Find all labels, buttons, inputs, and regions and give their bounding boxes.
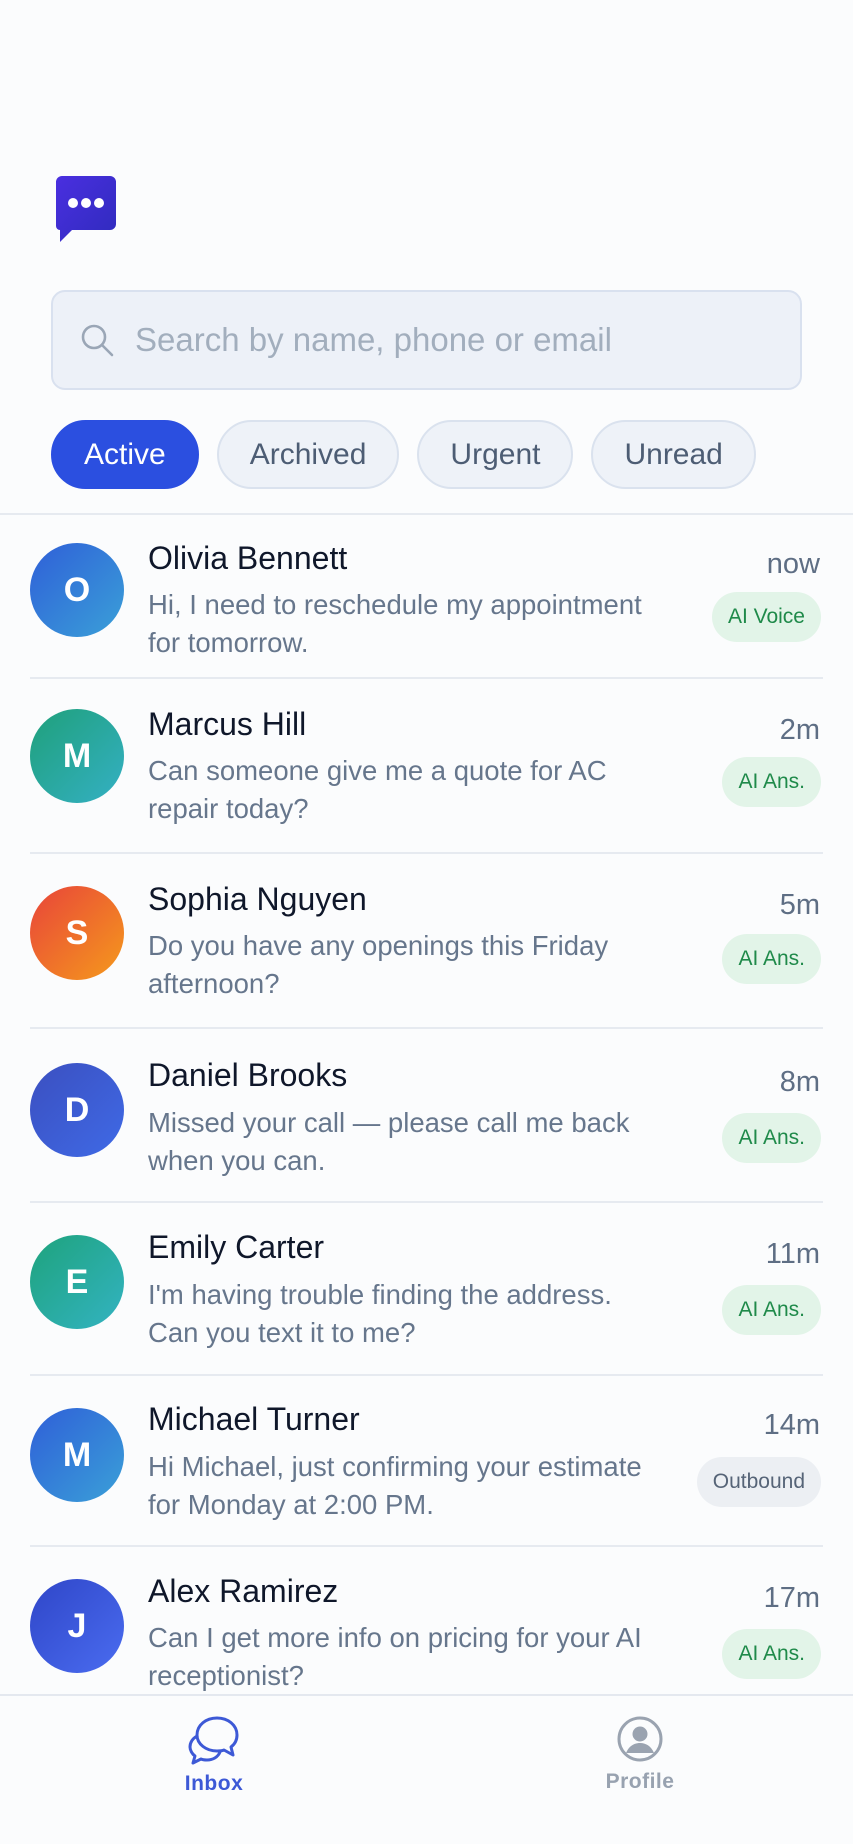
contact-name: Michael Turner [148, 1401, 360, 1437]
conversation-row[interactable]: E Emily Carter I'm having trouble findin… [30, 1203, 823, 1376]
contact-name: Olivia Bennett [148, 540, 348, 576]
message-preview: I'm having trouble finding the address. … [148, 1279, 612, 1348]
conversation-row[interactable]: J Alex Ramirez Can I get more info on pr… [30, 1547, 823, 1697]
source-badge: AI Ans. [722, 1285, 821, 1335]
avatar: M [30, 1408, 124, 1502]
message-preview: Can I get more info on pricing for your … [148, 1622, 642, 1691]
message-preview: Do you have any openings this Friday aft… [148, 930, 609, 999]
contact-name: Emily Carter [148, 1229, 325, 1265]
tab-profile-label: Profile [605, 1770, 675, 1793]
timestamp: 5m [779, 889, 820, 921]
avatar-initial: S [65, 913, 89, 952]
timestamp: 14m [763, 1409, 820, 1441]
message-preview: Hi Michael, just confirming your estimat… [148, 1451, 642, 1520]
filter-urgent-chip[interactable]: Urgent [417, 420, 574, 489]
source-badge: AI Ans. [722, 934, 821, 984]
user-circle-icon [617, 1716, 663, 1762]
avatar-initial: J [67, 1606, 87, 1645]
avatar: E [30, 1235, 124, 1329]
timestamp: 17m [763, 1582, 820, 1614]
conversation-row[interactable]: S Sophia Nguyen Do you have any openings… [30, 854, 823, 1029]
message-preview: Can someone give me a quote for AC repai… [148, 755, 607, 824]
contact-name: Sophia Nguyen [148, 881, 367, 917]
avatar-initial: D [64, 1090, 90, 1129]
avatar-initial: M [62, 736, 92, 775]
avatar-initial: O [63, 570, 91, 609]
search-icon [81, 324, 114, 357]
source-badge: AI Ans. [722, 757, 821, 807]
inbox-screen: Active Archived Urgent Unread O Olivia B… [0, 0, 853, 1844]
conversation-list: O Olivia Bennett Hi, I need to reschedul… [0, 515, 853, 1697]
message-preview: Missed your call — please call me back w… [148, 1107, 630, 1176]
contact-name: Daniel Brooks [148, 1057, 348, 1093]
source-badge: AI Voice [711, 592, 821, 642]
avatar-initial: M [62, 1435, 92, 1474]
source-badge: AI Ans. [722, 1629, 821, 1679]
chat-bubble-dots-icon [56, 176, 116, 242]
filter-unread-chip[interactable]: Unread [591, 420, 756, 489]
filter-chips: Active Archived Urgent Unread [51, 420, 774, 489]
bottom-tab-bar: Inbox Profile [0, 1694, 853, 1844]
filter-active-chip[interactable]: Active [51, 420, 199, 489]
timestamp: 2m [779, 714, 820, 746]
source-badge: Outbound [696, 1457, 821, 1507]
timestamp: 11m [765, 1238, 820, 1270]
contact-name: Marcus Hill [148, 706, 307, 742]
conversation-row[interactable]: D Daniel Brooks Missed your call — pleas… [30, 1029, 823, 1203]
timestamp: 8m [779, 1066, 820, 1098]
conversation-row[interactable]: O Olivia Bennett Hi, I need to reschedul… [30, 515, 823, 679]
avatar: S [30, 886, 124, 980]
tab-inbox-label: Inbox [184, 1772, 244, 1795]
timestamp: now [766, 548, 820, 580]
avatar-initial: E [65, 1262, 89, 1301]
filter-archived-chip[interactable]: Archived [216, 420, 400, 489]
search-bar[interactable] [51, 290, 802, 390]
message-preview: Hi, I need to reschedule my appointment … [148, 589, 642, 658]
conversation-row[interactable]: M Marcus Hill Can someone give me a quot… [30, 679, 823, 854]
avatar: O [30, 543, 124, 637]
source-badge: AI Ans. [722, 1113, 821, 1163]
avatar: M [30, 709, 124, 803]
contact-name: Alex Ramirez [148, 1573, 339, 1609]
conversation-row[interactable]: M Michael Turner Hi Michael, just confir… [30, 1376, 823, 1547]
tab-inbox[interactable]: Inbox [134, 1714, 294, 1796]
search-input[interactable] [135, 321, 735, 359]
avatar: D [30, 1063, 124, 1157]
avatar: J [30, 1579, 124, 1673]
chat-bubbles-icon [188, 1716, 239, 1765]
tab-profile[interactable]: Profile [560, 1714, 720, 1794]
